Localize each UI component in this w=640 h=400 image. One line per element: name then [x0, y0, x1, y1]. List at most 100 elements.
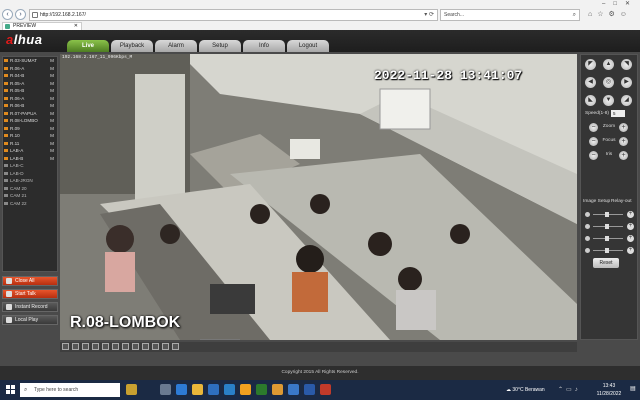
excel-icon[interactable] — [256, 384, 267, 395]
focus-in-icon[interactable]: + — [619, 137, 628, 146]
camera-item[interactable]: R.06-A M — [3, 95, 57, 103]
notification-icon[interactable]: ▤ — [630, 385, 638, 394]
camera-item[interactable]: R.03-SUMAT M — [3, 57, 57, 65]
tab-preview[interactable]: PREVIEW ✕ — [2, 22, 82, 30]
windows-start-icon[interactable] — [6, 385, 16, 395]
browser-search-input[interactable]: Search... ⌕ — [440, 9, 580, 21]
camera-stream-mark[interactable]: M — [50, 57, 54, 65]
camera-item[interactable]: LAB-D — [3, 170, 57, 178]
hue-slider[interactable]: + — [585, 247, 635, 255]
camera-item[interactable]: R.06-B M — [3, 102, 57, 110]
instant-record-button[interactable]: Instant Record — [2, 302, 58, 312]
back-button[interactable]: ‹ — [2, 9, 13, 20]
camera-stream-mark[interactable]: M — [50, 117, 54, 125]
local-play-button[interactable]: Local Play — [2, 315, 58, 325]
focus-out-icon[interactable]: − — [589, 137, 598, 146]
speed-select[interactable]: 5 — [611, 110, 625, 117]
camera-item[interactable]: LAB-JRGN — [3, 177, 57, 185]
camera-stream-mark[interactable]: M — [50, 65, 54, 73]
store-icon[interactable] — [208, 384, 219, 395]
start-talk-button[interactable]: Start Talk — [2, 289, 58, 299]
live-video-feed[interactable]: 192.168.2.167_11_996Kbps_M 2022-11-28 13… — [60, 54, 577, 340]
edge-icon[interactable] — [176, 384, 187, 395]
layout-button-icon[interactable] — [172, 343, 179, 350]
zoom-in-icon[interactable]: + — [619, 123, 628, 132]
layout-button-icon[interactable] — [62, 343, 69, 350]
camera-stream-mark[interactable]: M — [50, 132, 54, 140]
camera-item[interactable]: R.09 M — [3, 125, 57, 133]
contrast-add-icon[interactable]: + — [627, 223, 634, 230]
camera-stream-mark[interactable]: M — [50, 155, 54, 163]
camera-stream-mark[interactable]: M — [50, 72, 54, 80]
ptz-center-icon[interactable]: ◎ — [603, 77, 614, 88]
camera-item[interactable]: R.04-B M — [3, 72, 57, 80]
task-view-icon[interactable] — [160, 384, 171, 395]
brightness-slider[interactable]: + — [585, 211, 635, 219]
camera-item[interactable]: LAB-C — [3, 162, 57, 170]
hue-add-icon[interactable]: + — [627, 247, 634, 254]
camera-item[interactable]: CAM 22 — [3, 200, 57, 208]
forward-button[interactable]: › — [15, 9, 26, 20]
app-icon[interactable] — [240, 384, 251, 395]
layout-button-icon[interactable] — [132, 343, 139, 350]
window-controls[interactable]: –□✕ — [578, 0, 638, 8]
iris-close-icon[interactable]: − — [589, 151, 598, 160]
ptz-down-icon[interactable]: ▼ — [603, 95, 614, 106]
relay-out-tab[interactable]: Relay-out — [611, 199, 632, 204]
nav-tab-setup[interactable]: Setup — [199, 40, 241, 52]
system-tray[interactable]: ⌃▭♪ — [558, 384, 581, 396]
ptz-left-icon[interactable]: ◀ — [585, 77, 596, 88]
zoom-out-icon[interactable]: − — [589, 123, 598, 132]
contrast-slider[interactable]: + — [585, 223, 635, 231]
camera-item[interactable]: R.07-PAPUA M — [3, 110, 57, 118]
reset-button[interactable]: Reset — [593, 258, 619, 268]
camera-item[interactable]: R.08-LOMBO M — [3, 117, 57, 125]
ptz-down-right-icon[interactable]: ◢ — [621, 95, 632, 106]
chrome-icon[interactable] — [272, 384, 283, 395]
saturation-add-icon[interactable]: + — [627, 235, 634, 242]
layout-button-icon[interactable] — [122, 343, 129, 350]
ptz-right-icon[interactable]: ▶ — [621, 77, 632, 88]
taskbar-clock[interactable]: 13:43 11/28/2022 — [592, 382, 626, 398]
file-explorer-icon[interactable] — [192, 384, 203, 395]
saturation-slider[interactable]: + — [585, 235, 635, 243]
layout-button-icon[interactable] — [112, 343, 119, 350]
iris-open-icon[interactable]: + — [619, 151, 628, 160]
camera-stream-mark[interactable]: M — [50, 140, 54, 148]
camera-item[interactable]: LAB-A M — [3, 147, 57, 155]
address-bar[interactable]: http://192.168.2.167/ ▾ ⟳ — [29, 9, 438, 21]
taskbar-app-icon[interactable] — [126, 384, 137, 395]
ptz-up-left-icon[interactable]: ◤ — [585, 59, 596, 70]
brightness-add-icon[interactable]: + — [627, 211, 634, 218]
layout-button-icon[interactable] — [142, 343, 149, 350]
ptz-down-left-icon[interactable]: ◣ — [585, 95, 596, 106]
camera-stream-mark[interactable]: M — [50, 87, 54, 95]
tab-close-icon[interactable]: ✕ — [74, 23, 78, 30]
taskbar-search-input[interactable]: ⌕ Type here to search — [20, 383, 120, 397]
camera-item[interactable]: CAM 21 — [3, 192, 57, 200]
layout-button-icon[interactable] — [82, 343, 89, 350]
camera-item[interactable]: R.06-A M — [3, 65, 57, 73]
nav-tab-logout[interactable]: Logout — [287, 40, 329, 52]
camera-stream-mark[interactable]: M — [50, 110, 54, 118]
ptz-up-right-icon[interactable]: ◥ — [621, 59, 632, 70]
image-setup-tab[interactable]: Image Setup — [583, 199, 610, 204]
word-icon[interactable] — [304, 384, 315, 395]
layout-button-icon[interactable] — [152, 343, 159, 350]
camera-stream-mark[interactable]: M — [50, 125, 54, 133]
refresh-icon[interactable]: ▾ ⟳ — [424, 10, 434, 20]
camera-item[interactable]: CAM 20 — [3, 185, 57, 193]
layout-button-icon[interactable] — [92, 343, 99, 350]
nav-tab-alarm[interactable]: Alarm — [155, 40, 197, 52]
nav-tab-info[interactable]: Info — [243, 40, 285, 52]
ptz-up-icon[interactable]: ▲ — [603, 59, 614, 70]
camera-stream-mark[interactable]: M — [50, 102, 54, 110]
weather-widget[interactable]: ☁ 30°C Berawan — [506, 384, 545, 396]
mail-icon[interactable] — [224, 384, 235, 395]
camera-item[interactable]: LAB-B M — [3, 155, 57, 163]
layout-button-icon[interactable] — [102, 343, 109, 350]
close-all-button[interactable]: Close All — [2, 276, 58, 286]
nav-tab-live[interactable]: Live — [67, 40, 109, 52]
ie-icon[interactable] — [288, 384, 299, 395]
powerpoint-icon[interactable] — [320, 384, 331, 395]
